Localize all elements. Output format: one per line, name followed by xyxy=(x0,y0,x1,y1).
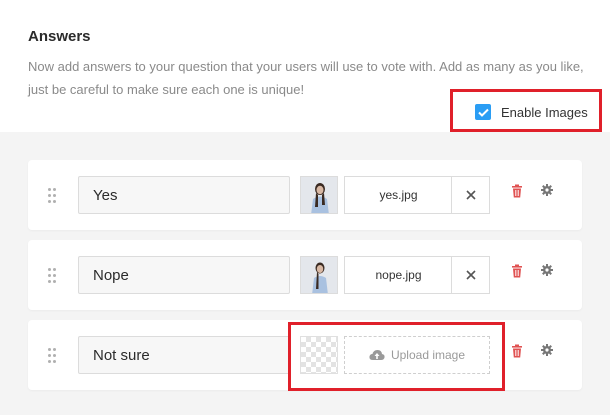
trash-icon[interactable] xyxy=(511,344,523,358)
drag-handle-icon[interactable] xyxy=(48,348,58,364)
image-filename: yes.jpg xyxy=(344,176,452,214)
trash-icon[interactable] xyxy=(511,264,523,278)
answer-text-input[interactable]: Nope xyxy=(78,256,290,294)
clear-image-button[interactable] xyxy=(451,256,490,294)
clear-image-button[interactable] xyxy=(451,176,490,214)
gear-icon[interactable] xyxy=(541,344,553,356)
check-icon xyxy=(477,108,489,117)
answer-text-input[interactable]: Yes xyxy=(78,176,290,214)
person-photo-icon xyxy=(301,257,337,293)
answer-text-input[interactable]: Not sure xyxy=(78,336,290,374)
upload-area-highlight xyxy=(288,322,505,391)
drag-handle-icon[interactable] xyxy=(48,188,58,204)
enable-images-label[interactable]: Enable Images xyxy=(501,105,588,120)
answer-row: Yes yes.jpg xyxy=(28,160,582,230)
close-icon xyxy=(465,270,476,280)
close-icon xyxy=(465,190,476,200)
enable-images-highlight: Enable Images xyxy=(450,89,602,132)
gear-icon[interactable] xyxy=(541,184,553,196)
answer-image-thumbnail xyxy=(300,256,338,294)
gear-icon[interactable] xyxy=(541,264,553,276)
answer-row: Nope nope.jpg xyxy=(28,240,582,310)
drag-handle-icon[interactable] xyxy=(48,268,58,284)
answers-header-section: Answers Now add answers to your question… xyxy=(0,0,610,132)
image-filename: nope.jpg xyxy=(344,256,452,294)
section-title: Answers xyxy=(28,28,91,45)
enable-images-checkbox[interactable] xyxy=(475,104,491,120)
person-photo-icon xyxy=(301,177,337,213)
trash-icon[interactable] xyxy=(511,184,523,198)
answer-image-thumbnail xyxy=(300,176,338,214)
